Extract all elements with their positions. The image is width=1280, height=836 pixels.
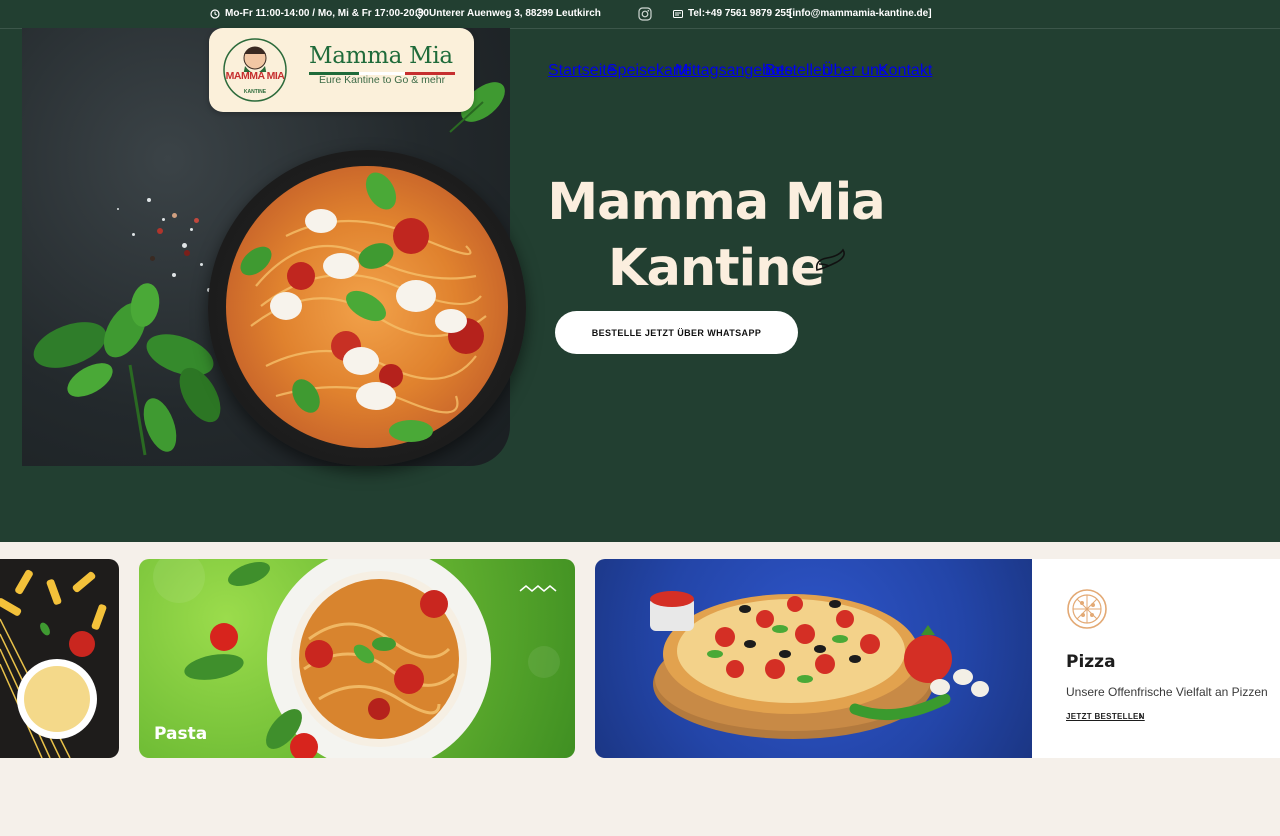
- category-card-pasta[interactable]: Pasta: [139, 559, 575, 758]
- pizza-title: Pizza: [1066, 652, 1116, 672]
- raw-pasta-image: [0, 569, 107, 758]
- basil-leaves-image: [33, 283, 221, 456]
- email-text: [info@mammamia-kantine.de]: [789, 8, 932, 19]
- nav-startseite[interactable]: Startseite: [548, 62, 616, 80]
- main-nav: Startseite Speisekarte Mittagsangebote B…: [0, 62, 1280, 79]
- category-label-pasta: Pasta: [154, 724, 208, 744]
- nav-kontakt[interactable]: Kontakt: [878, 62, 932, 80]
- pasta-pan-image: [208, 150, 526, 466]
- address[interactable]: Unterer Auenweg 3, 88299 Leutkirch: [415, 8, 601, 19]
- email-link[interactable]: [info@mammamia-kantine.de]: [789, 8, 932, 19]
- location-pin-icon: [415, 8, 424, 19]
- top-info-bar: Mo-Fr 11:00-14:00 / Mo, Mi & Fr 17:00-20…: [0, 0, 1280, 29]
- category-card-pizza-image[interactable]: [595, 559, 1032, 758]
- phone-icon: [673, 9, 683, 18]
- category-card-pizza-info: Pizza Unsere Offenfrische Vielfalt an Pi…: [1032, 559, 1280, 758]
- hero-section: Mo-Fr 11:00-14:00 / Mo, Mi & Fr 17:00-20…: [0, 0, 1280, 542]
- instagram-icon: [638, 7, 652, 21]
- logo-badge-subtext: KANTINE: [244, 89, 267, 95]
- pizza-description: Unsere Offenfrische Vielfalt an Pizzen: [1066, 685, 1268, 699]
- phone-text: Tel:+49 7561 9879 255: [688, 8, 792, 19]
- clock-icon: [210, 8, 220, 19]
- chevron-right-icon: ›: [1139, 711, 1143, 722]
- pizza-order-link[interactable]: JETZT BESTELLEN: [1066, 712, 1145, 721]
- hero-title-line1: Mamma Mia: [547, 173, 885, 232]
- whatsapp-order-button[interactable]: BESTELLE JETZT ÜBER WHATSAPP: [555, 311, 798, 354]
- nav-bestellen[interactable]: Bestellen: [765, 62, 831, 80]
- pizza-image: [650, 591, 989, 739]
- swirl-decoration-icon: [815, 248, 845, 271]
- hero-title: Mamma Mia Kantine: [536, 170, 896, 302]
- pizza-icon: [1067, 589, 1107, 629]
- category-card-pasta-raw[interactable]: [0, 559, 119, 758]
- opening-hours: Mo-Fr 11:00-14:00 / Mo, Mi & Fr 17:00-20…: [210, 8, 429, 19]
- address-text: Unterer Auenweg 3, 88299 Leutkirch: [429, 8, 601, 19]
- instagram-link[interactable]: [638, 7, 652, 21]
- phone[interactable]: Tel:+49 7561 9879 255: [673, 8, 792, 19]
- opening-hours-text: Mo-Fr 11:00-14:00 / Mo, Mi & Fr 17:00-20…: [225, 8, 429, 19]
